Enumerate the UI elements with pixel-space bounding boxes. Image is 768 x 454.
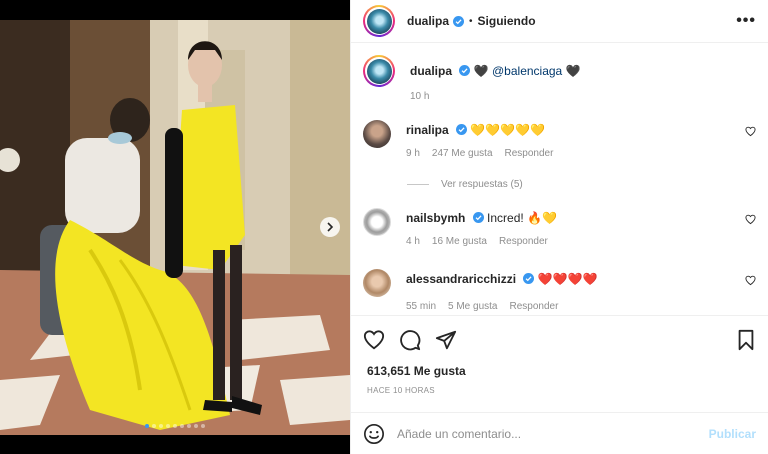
reply-button[interactable]: Responder [505,148,554,159]
emoji-icon[interactable] [363,423,385,445]
comments-list: dualipa 🖤 @balenciaga 🖤 10 h rinalipa 💛💛… [351,43,768,316]
next-slide-button[interactable] [320,217,340,237]
caption-username[interactable]: dualipa [410,64,452,78]
verified-badge-icon [456,124,468,135]
carousel-dot [194,424,198,428]
comment-likes[interactable]: 5 Me gusta [448,301,497,312]
verified-badge-icon [523,273,535,284]
commenter-username[interactable]: nailsbymh [406,211,465,225]
carousel-dot [159,424,163,428]
comment-text: ❤️❤️❤️❤️ [537,272,598,286]
status-separator: • [469,15,473,27]
comment-emoji: 🔥💛 [527,211,557,225]
comment-likes[interactable]: 247 Me gusta [432,148,493,159]
replies-line [407,184,429,185]
verified-badge-icon [459,65,471,76]
comment-bubble-icon [400,330,421,351]
post-media [0,0,350,454]
comment-text: Incred! [487,211,528,225]
comment-time[interactable]: 9 h [406,148,420,159]
comment-button[interactable] [399,329,421,351]
publish-button[interactable]: Publicar [709,427,756,441]
heart-outline-icon[interactable] [745,275,756,286]
comment-item: rinalipa 💛💛💛💛💛 9 h 247 Me gusta Responde… [363,120,756,159]
caption-time[interactable]: 10 h [410,91,429,102]
caption: dualipa 🖤 @balenciaga 🖤 10 h [363,55,756,102]
author-username[interactable]: dualipa [407,14,449,28]
comment-item: alessandraricchizzi ❤️❤️❤️❤️ 55 min 5 Me… [363,269,756,312]
heart-outline-icon[interactable] [745,126,756,137]
carousel-dot [173,424,177,428]
comment-time[interactable]: 55 min [406,301,436,312]
paper-plane-icon [435,330,457,350]
view-replies-label: Ver respuestas (5) [441,179,523,190]
comment-item: nailsbymh Incred! 🔥💛 4 h 16 Me gusta Res… [363,208,756,247]
likes-count[interactable]: 613,651 Me gusta [351,364,768,378]
comment-composer: Publicar [351,412,768,454]
verified-badge-icon [453,15,465,27]
comment-input[interactable] [397,426,709,441]
commenter-username[interactable]: alessandraricchizzi [406,272,516,286]
reply-button[interactable]: Responder [510,301,559,312]
carousel-dot [166,424,170,428]
following-button[interactable]: Siguiendo [478,14,536,28]
carousel-dot [145,424,149,428]
heart-icon [363,330,385,350]
save-button[interactable] [736,329,756,351]
verified-badge-icon [472,212,484,223]
post-details: dualipa • Siguiendo ••• dualipa 🖤 @balen… [350,0,768,454]
black-heart-emoji: 🖤 [473,64,489,78]
carousel-indicator [0,424,350,428]
commenter-avatar[interactable] [363,269,391,297]
caption-avatar[interactable] [363,55,395,87]
commenter-avatar[interactable] [363,208,391,236]
author-avatar[interactable] [363,5,395,37]
comment-text: 💛💛💛💛💛 [470,123,546,137]
post-photo[interactable] [0,20,350,435]
view-replies-button[interactable]: Ver respuestas (5) [407,179,756,190]
black-heart-emoji: 🖤 [565,64,581,78]
comment-time[interactable]: 4 h [406,236,420,247]
post-actions [351,316,768,364]
post-header: dualipa • Siguiendo ••• [351,0,768,43]
like-button[interactable] [363,329,385,351]
carousel-dot [187,424,191,428]
more-options-button[interactable]: ••• [736,12,756,30]
comment-likes[interactable]: 16 Me gusta [432,236,487,247]
carousel-dot [201,424,205,428]
commenter-username[interactable]: rinalipa [406,123,449,137]
bookmark-icon [738,329,754,351]
carousel-dot [152,424,156,428]
post-dialog: dualipa • Siguiendo ••• dualipa 🖤 @balen… [0,0,768,454]
reply-button[interactable]: Responder [499,236,548,247]
carousel-dot [180,424,184,428]
mention-link[interactable]: @balenciaga [492,64,562,78]
chevron-right-icon [327,222,334,232]
commenter-avatar[interactable] [363,120,391,148]
post-timestamp[interactable]: HACE 10 HORAS [351,378,768,395]
heart-outline-icon[interactable] [745,214,756,225]
share-button[interactable] [435,329,457,351]
